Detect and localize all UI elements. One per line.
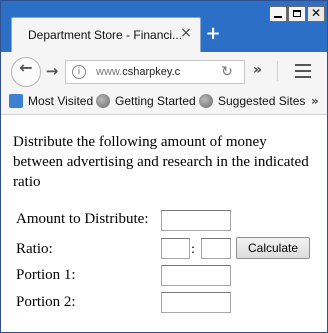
navigation-bar: ← → i www.csharpkey.c ↻ »: [1, 52, 327, 91]
reload-icon[interactable]: ↻: [218, 63, 236, 81]
ratio-right-input[interactable]: [201, 238, 231, 259]
info-icon[interactable]: i: [72, 65, 86, 79]
browser-window: Department Store - Financi... × + ✕ ← → …: [0, 0, 328, 333]
bookmarks-overflow-icon[interactable]: »: [311, 94, 319, 108]
hamburger-menu-icon[interactable]: [295, 64, 311, 78]
close-window-button[interactable]: ✕: [307, 6, 325, 22]
amount-input[interactable]: [161, 210, 231, 231]
most-visited-icon: [9, 94, 23, 108]
url-bar[interactable]: i www.csharpkey.c ↻: [65, 60, 245, 84]
title-bar: Department Store - Financi... × + ✕: [1, 1, 327, 52]
back-arrow-icon: ←: [19, 58, 33, 77]
bookmarks-bar: Most Visited Getting Started Suggested S…: [1, 90, 327, 115]
ratio-separator: :: [191, 242, 195, 257]
portion1-input[interactable]: [161, 265, 231, 286]
portion2-label: Portion 2:: [16, 294, 76, 310]
tab-title: Department Store - Financi...: [28, 28, 183, 42]
back-button[interactable]: ←: [11, 57, 41, 87]
amount-label: Amount to Distribute:: [16, 211, 149, 227]
url-text[interactable]: www.csharpkey.c: [96, 66, 208, 78]
toolbar-divider: [277, 61, 278, 81]
forward-arrow-icon: →: [45, 62, 59, 80]
globe-icon: [96, 94, 110, 108]
page-description: Distribute the following amount of money…: [13, 134, 309, 190]
forward-button[interactable]: →: [41, 62, 63, 82]
close-icon: ✕: [310, 6, 322, 20]
window-controls: ✕: [268, 6, 326, 24]
ratio-label: Ratio:: [16, 241, 53, 257]
bookmark-label: Suggested Sites: [218, 94, 306, 108]
bookmark-label: Most Visited: [28, 94, 94, 108]
page-content: Distribute the following amount of money…: [1, 115, 327, 332]
tab-department-store[interactable]: Department Store - Financi... ×: [11, 17, 201, 52]
bookmark-label: Getting Started: [115, 94, 196, 108]
portion2-input[interactable]: [161, 292, 231, 313]
calculate-button[interactable]: Calculate: [236, 237, 310, 259]
url-prefix: www.: [96, 66, 123, 78]
minimize-button[interactable]: [269, 6, 287, 22]
bookmark-getting-started[interactable]: Getting Started: [96, 94, 196, 110]
bookmark-most-visited[interactable]: Most Visited: [9, 94, 93, 110]
overflow-chevron-icon[interactable]: »: [253, 62, 269, 80]
globe-icon: [199, 94, 213, 108]
ratio-left-input[interactable]: [161, 238, 190, 259]
portion1-label: Portion 1:: [16, 267, 76, 283]
close-icon[interactable]: ×: [178, 25, 194, 41]
new-tab-button[interactable]: +: [204, 25, 222, 43]
maximize-icon: [293, 10, 301, 17]
bookmark-suggested-sites[interactable]: Suggested Sites: [199, 94, 305, 110]
minimize-icon: [274, 16, 282, 18]
maximize-button[interactable]: [288, 6, 306, 22]
url-host: csharpkey.c: [122, 66, 181, 78]
